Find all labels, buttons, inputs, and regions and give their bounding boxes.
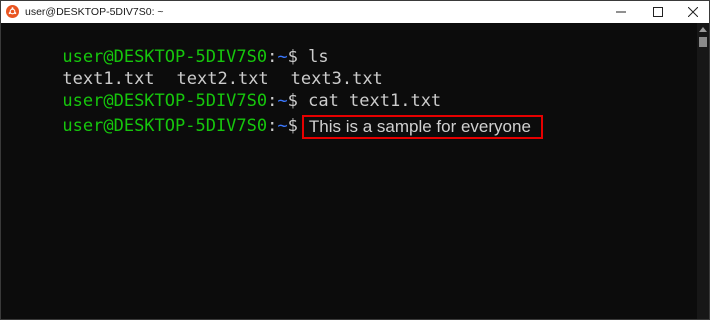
- terminal-line: user@DESKTOP-5DIV7S0:~$ cat text1.txt: [1, 68, 441, 111]
- terminal-line: user@DESKTOP-5DIV7S0:~$ This is a sample …: [1, 93, 543, 139]
- prompt-user-host: user@DESKTOP-5DIV7S0: [62, 116, 268, 136]
- vertical-scrollbar[interactable]: [697, 23, 709, 319]
- scrollbar-thumb[interactable]: [699, 37, 707, 47]
- chevron-up-icon: [699, 27, 707, 32]
- maximize-button[interactable]: [641, 1, 675, 23]
- terminal-line: text1.txt text2.txt text3.txt: [1, 46, 382, 89]
- title-bar[interactable]: user@DESKTOP-5DIV7S0: ~: [1, 1, 709, 23]
- ubuntu-icon[interactable]: [6, 5, 19, 18]
- highlighted-output: This is a sample for everyone: [301, 115, 543, 139]
- terminal-output[interactable]: user@DESKTOP-5DIV7S0:~$ ls text1.txt text…: [1, 23, 697, 319]
- terminal-line: user@DESKTOP-5DIV7S0:~$ ls: [1, 24, 328, 67]
- close-icon: [688, 7, 698, 17]
- minimize-button[interactable]: [604, 1, 638, 23]
- minimize-icon: [616, 11, 626, 13]
- prompt-colon: :: [267, 116, 278, 136]
- prompt-path: ~: [277, 116, 288, 136]
- prompt-dollar: $: [287, 116, 298, 136]
- scroll-up-button[interactable]: [697, 23, 709, 35]
- maximize-icon: [653, 7, 663, 17]
- window-title: user@DESKTOP-5DIV7S0: ~: [25, 6, 164, 18]
- terminal-window: user@DESKTOP-5DIV7S0: ~ user@DESKTOP-5DI…: [0, 0, 710, 320]
- close-button[interactable]: [676, 1, 709, 23]
